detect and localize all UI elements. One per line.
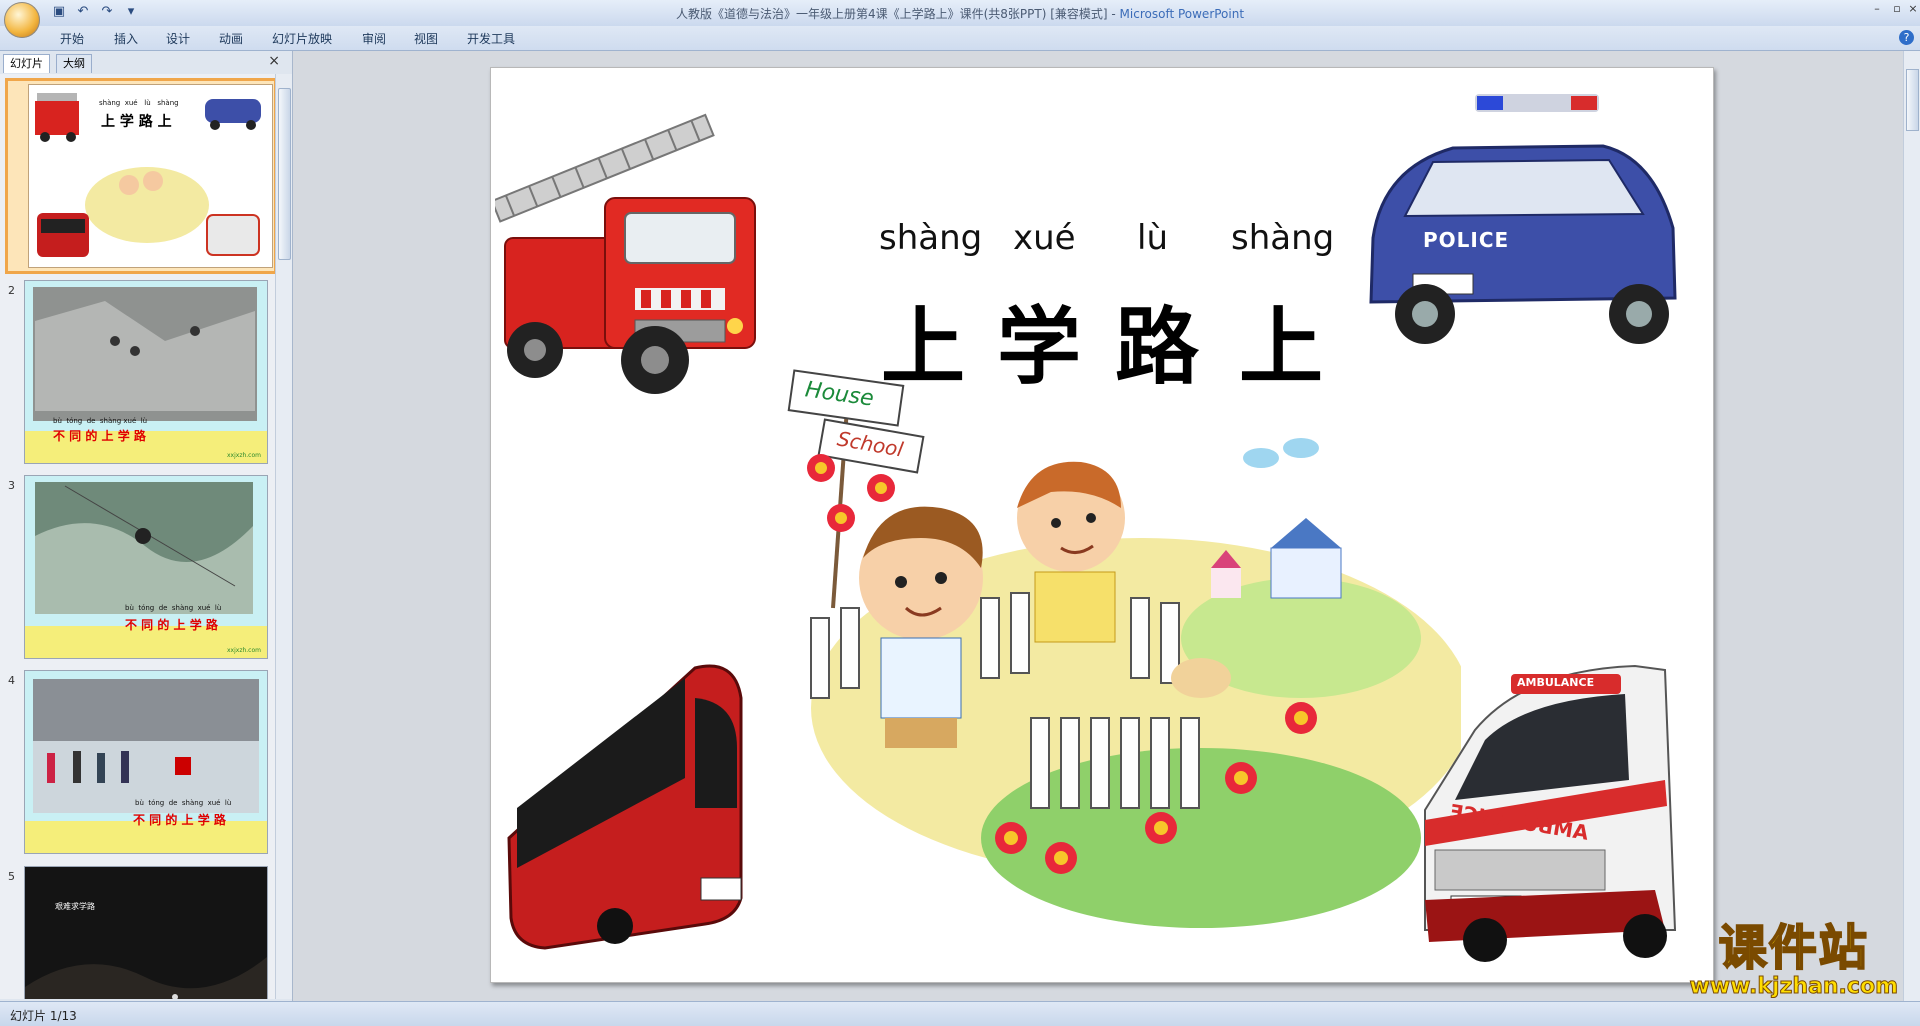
slide-scrollbar[interactable] [1903,51,1920,1001]
slide-thumbnail-3[interactable]: bù tóng de shàng xué lù 不 同 的 上 学 路 xxjx… [24,475,268,659]
thumbnail-1-title: 上 学 路 上 [101,114,172,130]
panel-close-icon[interactable]: × [268,53,280,69]
tab-outline[interactable]: 大纲 [56,54,92,73]
thumbnail-3-footer: xxjxzh.com [227,647,261,654]
slide-counter: 幻灯片 1/13 [10,1009,77,1023]
tab-slides[interactable]: 幻灯片 [3,54,50,73]
thumbnail-number: 4 [8,674,15,687]
help-icon[interactable]: ? [1899,30,1914,45]
tab-review[interactable]: 审阅 [362,30,386,47]
minimize-button[interactable]: – [1866,2,1888,15]
police-label: POLICE [1423,228,1510,252]
status-bar: 幻灯片 1/13 [0,1001,1920,1026]
slides-panel: 幻灯片 大纲 × 1 shàng xué lù shàng [0,51,293,1001]
tab-view[interactable]: 视图 [414,30,438,47]
slide-thumbnail-2[interactable]: bù tóng de shàng xué lù 不 同 的 上 学 路 xxjx… [24,280,268,464]
thumbnail-1-pinyin: shàng xué lù shàng [99,99,179,107]
close-button[interactable]: × [1902,2,1920,15]
thumbnail-3-pinyin: bù tóng de shàng xué lù [125,604,222,612]
bus-image [507,664,743,950]
tab-slide-show[interactable]: 幻灯片放映 [272,30,332,47]
thumbnail-2-title: 不 同 的 上 学 路 [53,429,146,443]
tab-animations[interactable]: 动画 [219,30,243,47]
window-title: 人教版《道德与法治》一年级上册第4课《上学路上》课件(共8张PPT) [兼容模式… [675,7,1245,21]
kids-school-illustration: House School [781,358,1461,938]
thumbnail-number: 5 [8,870,15,883]
scrollbar-thumb[interactable] [278,88,291,260]
ribbon-tabs: 开始 插入 设计 动画 幻灯片放映 审阅 视图 开发工具 ? [0,26,1920,51]
police-car-drawing [1369,94,1677,344]
slide-thumbnail-4[interactable]: bù tóng de shàng xué lù 不 同 的 上 学 路 [24,670,268,854]
thumbnail-2-footer: xxjxzh.com [227,452,261,459]
watermark-logo: 课件站 www.kjzhan.com [1689,920,1899,999]
pinyin-3: lù [1137,218,1168,258]
pinyin-1: shàng [879,218,983,258]
ambulance-image: AMBULANCE AMBULANCE [1415,660,1705,970]
tab-home[interactable]: 开始 [60,30,84,47]
watermark-url: www.kjzhan.com [1689,974,1899,999]
fire-truck-image [495,113,756,394]
slide-thumbnail-5[interactable]: 艰难求学路 [24,866,268,999]
document-title: 人教版《道德与法治》一年级上册第4课《上学路上》课件(共8张PPT) [兼容模式… [675,7,1108,21]
office-button[interactable] [4,2,40,38]
slide-scrollbar-thumb[interactable] [1906,69,1919,131]
thumbnail-2-pinyin: bù tóng de shàng xué lù [53,417,148,425]
thumbnail-scrollbar[interactable] [275,74,292,999]
thumbnail-5-artwork [25,867,267,999]
watermark-cn: 课件站 [1718,920,1869,976]
tab-design[interactable]: 设计 [166,30,190,47]
slide-canvas[interactable]: shàng xué lù shàng 上 学 路 上 POLICE House … [490,67,1714,983]
title-bar: ▣ ↶ ↷ ▾ 人教版《道德与法治》一年级上册第4课《上学路上》课件(共8张PP… [0,0,1920,38]
thumbnail-number: 2 [8,284,15,297]
thumbnail-5-title: 艰难求学路 [55,902,95,911]
tab-insert[interactable]: 插入 [114,30,138,47]
thumbnail-number: 3 [8,479,15,492]
thumbnail-list: 1 shàng xué lù shàng 上 学 路 上 [0,74,276,999]
pinyin-4: shàng [1231,218,1335,258]
police-car-image: POLICE [1353,88,1687,358]
pinyin-2: xué [1013,218,1076,258]
app-name: Microsoft PowerPoint [1119,7,1245,21]
thumbnail-4-pinyin: bù tóng de shàng xué lù [135,799,232,807]
thumbnail-3-title: 不 同 的 上 学 路 [125,618,218,632]
slide-thumbnail-1[interactable]: shàng xué lù shàng 上 学 路 上 [5,78,276,274]
ambulance-roof-label: AMBULANCE [1517,676,1595,689]
tab-developer[interactable]: 开发工具 [467,30,515,47]
thumbnail-4-title: 不 同 的 上 学 路 [133,813,226,827]
